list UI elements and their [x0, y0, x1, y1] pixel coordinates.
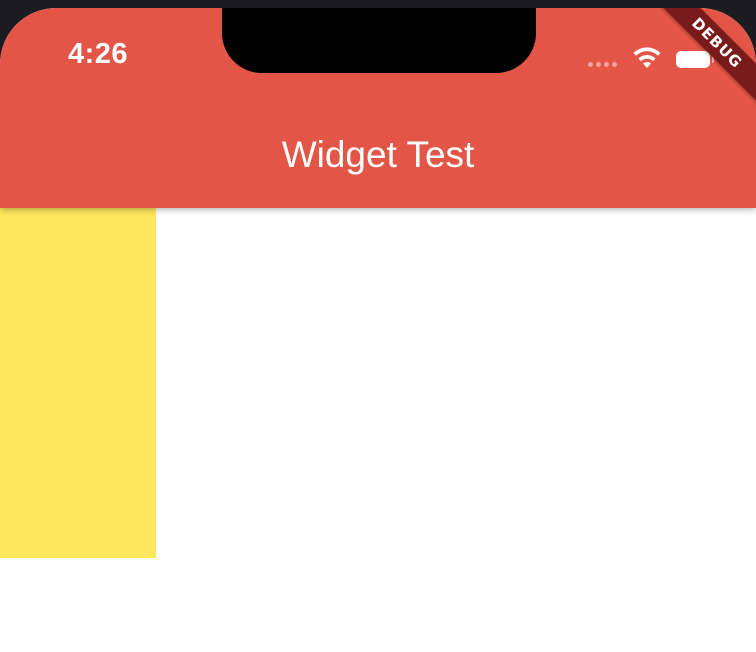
wifi-icon — [632, 46, 662, 75]
app-bar-title: Widget Test — [281, 134, 475, 175]
status-time: 4:26 — [68, 38, 129, 70]
device-screen: 4:26 Widget Test DEBUG — [0, 8, 756, 652]
battery-icon — [676, 51, 714, 68]
signal-dots-icon — [588, 62, 617, 67]
device-notch — [222, 8, 536, 73]
yellow-container — [0, 208, 156, 558]
